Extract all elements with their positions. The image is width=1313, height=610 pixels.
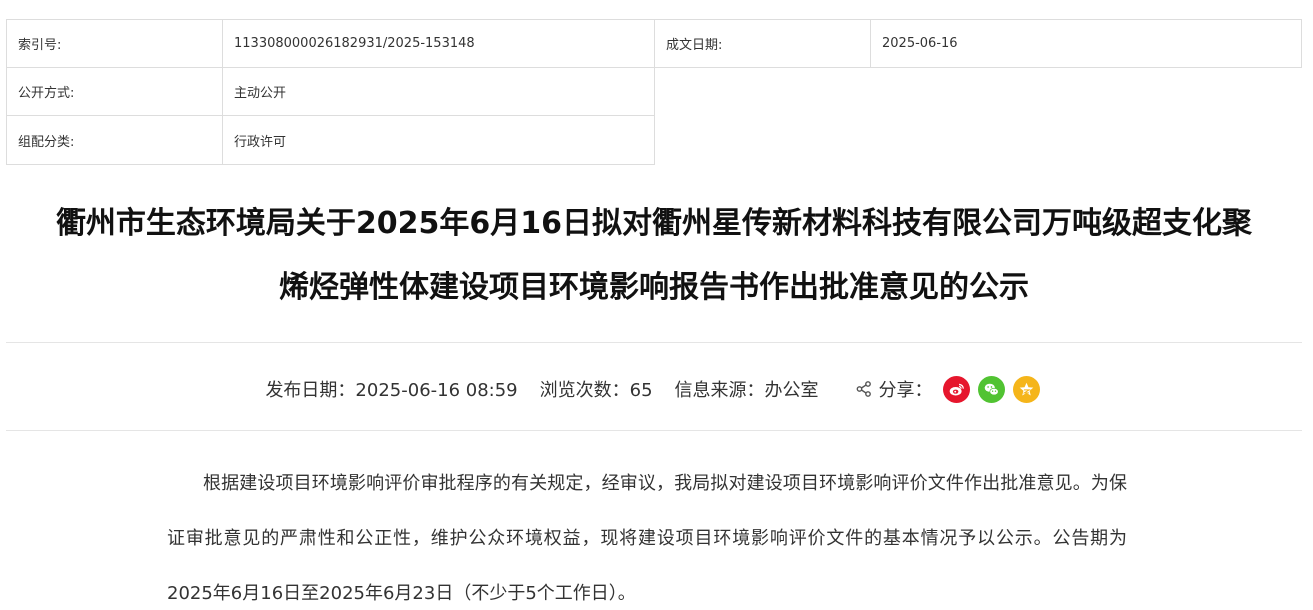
- meta-date-label: 成文日期:: [654, 19, 871, 68]
- meta-index-value: 113308000026182931/2025-153148: [222, 19, 655, 68]
- share-label: 分享：: [878, 380, 933, 401]
- meta-open-label: 公开方式:: [6, 67, 223, 116]
- title-line-1: 衢州市生态环境局关于2025年6月16日拟对衢州星传新材料科技有限公司万吨级超支…: [55, 206, 1253, 241]
- meta-category-value: 行政许可: [222, 115, 655, 165]
- page-title: 衢州市生态环境局关于2025年6月16日拟对衢州星传新材料科技有限公司万吨级超支…: [6, 192, 1302, 320]
- share-icon: [856, 381, 871, 397]
- article-info-bar: 发布日期：2025-06-16 08:59 浏览次数：65 信息来源：办公室 分…: [0, 367, 1313, 411]
- article-body-paragraph: 根据建设项目环境影响评价审批程序的有关规定，经审议，我局拟对建设项目环境影响评价…: [167, 473, 1127, 604]
- title-line-2: 烯烃弹性体建设项目环境影响报告书作出批准意见的公示: [279, 270, 1029, 305]
- publish-date: 发布日期：2025-06-16 08:59: [265, 380, 518, 401]
- meta-index-label: 索引号:: [6, 19, 223, 68]
- meta-table: 索引号: 113308000026182931/2025-153148 成文日期…: [6, 19, 1302, 165]
- weibo-icon[interactable]: [942, 375, 970, 403]
- divider-top: [6, 342, 1302, 343]
- meta-category-label: 组配分类:: [6, 115, 223, 165]
- info-source: 信息来源：办公室: [674, 380, 819, 401]
- qzone-icon[interactable]: [1012, 375, 1040, 403]
- view-count: 浏览次数：65: [539, 380, 653, 401]
- meta-open-value: 主动公开: [222, 67, 655, 116]
- meta-date-value: 2025-06-16: [870, 19, 1302, 68]
- share-group: 分享：: [855, 375, 1048, 403]
- wechat-icon[interactable]: [977, 375, 1005, 403]
- divider-bottom: [6, 430, 1302, 431]
